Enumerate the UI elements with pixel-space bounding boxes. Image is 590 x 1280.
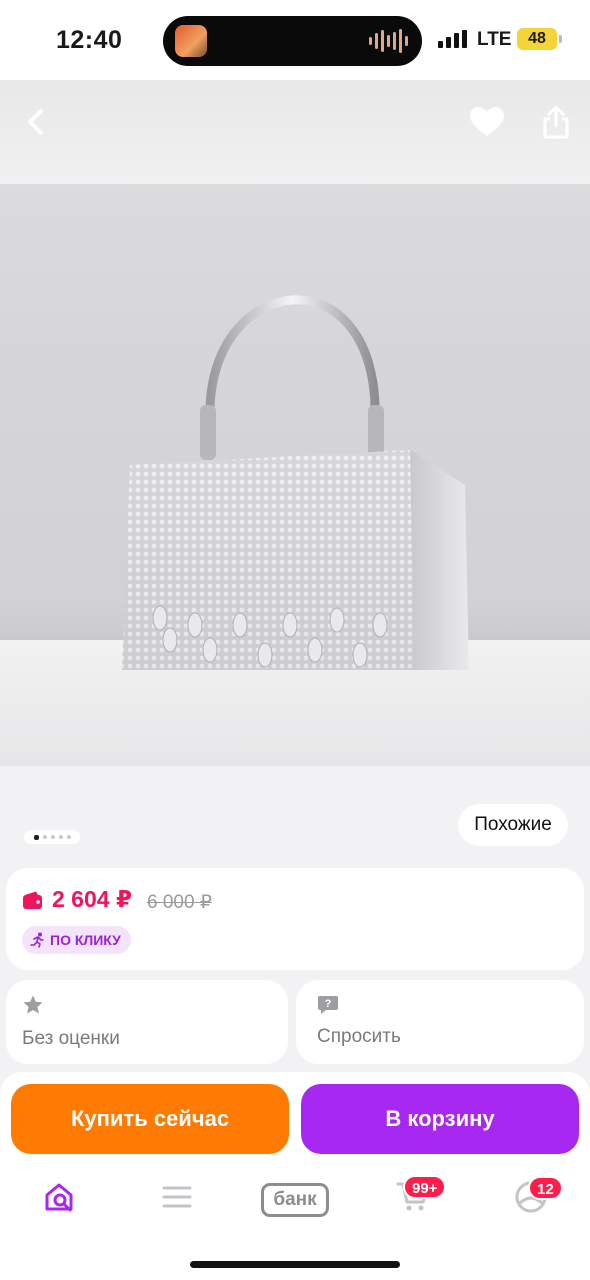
signal-strength-icon — [438, 30, 467, 48]
catalog-icon — [162, 1186, 192, 1208]
one-click-promo-badge[interactable]: ПО КЛИКУ — [22, 926, 131, 954]
home-search-icon — [45, 1183, 73, 1212]
old-price: 6 000 ₽ — [147, 892, 212, 913]
gallery-page-indicator[interactable] — [24, 830, 80, 844]
product-gallery[interactable] — [0, 80, 590, 766]
page-dot — [66, 835, 71, 839]
audio-waveform-icon — [369, 28, 408, 54]
gallery-controls: Похожие — [0, 766, 590, 868]
page-dot — [50, 835, 55, 839]
buy-now-button[interactable]: Купить сейчас — [11, 1084, 289, 1154]
status-bar: 12:40 LTE 48 — [0, 0, 590, 80]
rating-label: Без оценки — [22, 1028, 120, 1049]
star-icon — [22, 994, 44, 1016]
running-person-icon — [30, 932, 44, 948]
cart-count-badge: 99+ — [403, 1175, 447, 1199]
share-icon[interactable] — [536, 100, 576, 144]
page-dot — [58, 835, 63, 839]
heart-icon[interactable] — [466, 102, 508, 142]
status-time: 12:40 — [56, 26, 123, 54]
rating-card[interactable]: Без оценки — [6, 980, 288, 1064]
page-dot — [42, 835, 47, 839]
battery-indicator: 48 — [517, 28, 562, 50]
profile-notifications-badge: 12 — [528, 1176, 563, 1200]
current-price: 2 604 ₽ — [52, 886, 132, 912]
tab-catalog[interactable] — [152, 1172, 202, 1222]
svg-text:?: ? — [325, 998, 332, 1010]
price-card: 2 604 ₽ 6 000 ₽ ПО КЛИКУ — [6, 868, 584, 970]
ask-question-card[interactable]: ? Спросить — [296, 980, 584, 1064]
tab-home[interactable] — [35, 1172, 85, 1222]
dynamic-island[interactable] — [163, 16, 422, 66]
tab-bank[interactable]: банк — [261, 1183, 329, 1217]
wallet-icon — [22, 890, 44, 912]
similar-products-button[interactable]: Похожие — [458, 804, 568, 846]
question-icon: ? — [317, 994, 339, 1016]
ask-label: Спросить — [317, 1026, 401, 1047]
page-dot-active — [33, 834, 39, 840]
network-type: LTE — [477, 29, 512, 50]
bottom-action-bar: Купить сейчас В корзину — [0, 1072, 590, 1280]
home-indicator — [190, 1261, 400, 1268]
product-image-handbag — [121, 295, 469, 670]
back-icon[interactable] — [16, 102, 56, 142]
now-playing-artwork — [175, 25, 207, 57]
add-to-cart-button[interactable]: В корзину — [301, 1084, 579, 1154]
promo-label: ПО КЛИКУ — [50, 932, 121, 948]
